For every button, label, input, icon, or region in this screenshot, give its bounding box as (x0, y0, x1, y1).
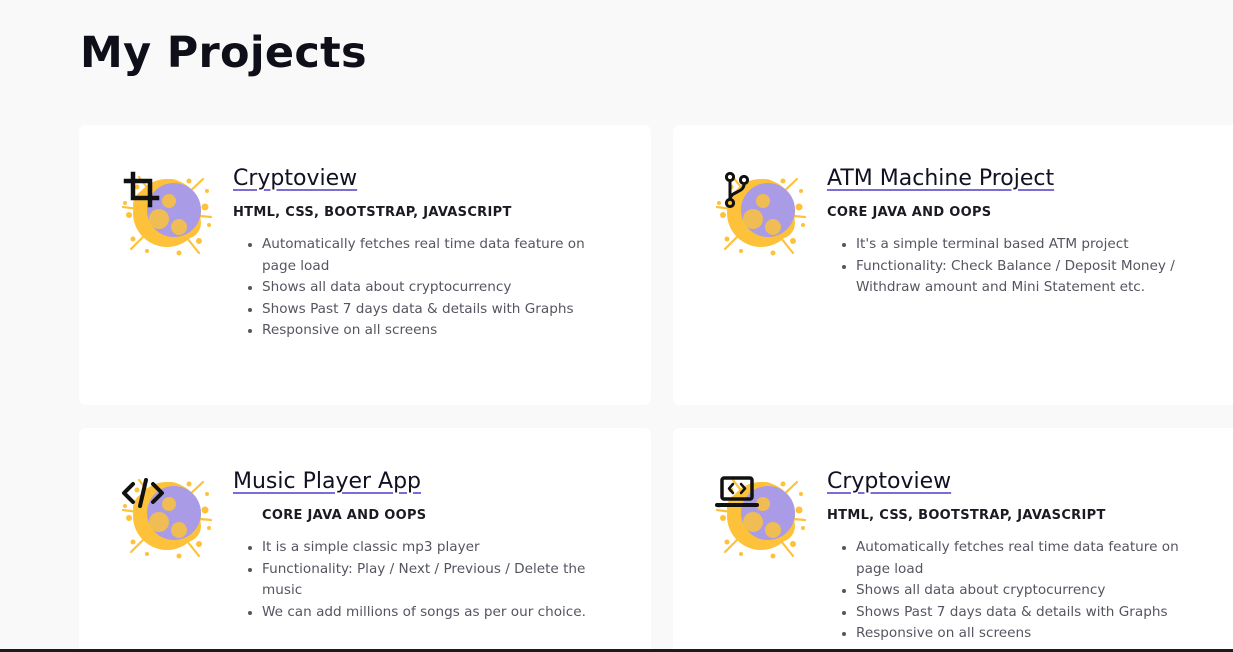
code-icon (122, 478, 164, 508)
feature-item: Shows Past 7 days data & details with Gr… (262, 299, 611, 321)
projects-page: My Projects Cryptoview HTML, CSS, BOOTST… (0, 0, 1233, 652)
feature-item: Responsive on all screens (856, 623, 1213, 645)
feature-item: Functionality: Check Balance / Deposit M… (856, 256, 1213, 299)
project-logo (119, 167, 215, 259)
page-title: My Projects (80, 28, 367, 78)
feature-item: Responsive on all screens (262, 320, 611, 342)
feature-item: Automatically fetches real time data fea… (856, 537, 1213, 580)
project-card: Music Player App CORE JAVA AND OOPS It i… (79, 428, 651, 652)
project-card: ATM Machine Project CORE JAVA AND OOPS I… (673, 125, 1233, 405)
project-tech-stack: CORE JAVA AND OOPS (827, 205, 992, 220)
project-logo (713, 167, 809, 259)
project-content: Cryptoview HTML, CSS, BOOTSTRAP, JAVASCR… (233, 166, 611, 342)
project-title-link[interactable]: Cryptoview (233, 166, 357, 191)
feature-item: We can add millions of songs as per our … (262, 602, 611, 624)
crop-icon (123, 171, 160, 208)
laptop-code-icon (715, 476, 759, 507)
feature-item: Shows Past 7 days data & details with Gr… (856, 602, 1213, 624)
project-content: Cryptoview HTML, CSS, BOOTSTRAP, JAVASCR… (827, 469, 1213, 645)
project-title-link[interactable]: ATM Machine Project (827, 166, 1054, 191)
project-content: Music Player App CORE JAVA AND OOPS It i… (233, 469, 611, 623)
feature-item: Functionality: Play / Next / Previous / … (262, 559, 611, 602)
project-tech-stack: CORE JAVA AND OOPS (262, 508, 427, 523)
project-features-list: It is a simple classic mp3 player Functi… (233, 537, 611, 623)
project-features-list: It's a simple terminal based ATM project… (827, 234, 1213, 299)
feature-item: It is a simple classic mp3 player (262, 537, 611, 559)
feature-item: Automatically fetches real time data fea… (262, 234, 611, 277)
project-title-link[interactable]: Music Player App (233, 469, 421, 494)
feature-item: Shows all data about cryptocurrency (856, 580, 1213, 602)
project-logo (119, 470, 215, 562)
feature-item: It's a simple terminal based ATM project (856, 234, 1213, 256)
project-card: Cryptoview HTML, CSS, BOOTSTRAP, JAVASCR… (79, 125, 651, 405)
project-title-link[interactable]: Cryptoview (827, 469, 951, 494)
project-card: Cryptoview HTML, CSS, BOOTSTRAP, JAVASCR… (673, 428, 1233, 652)
project-features-list: Automatically fetches real time data fea… (233, 234, 611, 342)
project-tech-stack: HTML, CSS, BOOTSTRAP, JAVASCRIPT (827, 508, 1106, 523)
project-content: ATM Machine Project CORE JAVA AND OOPS I… (827, 166, 1213, 299)
project-logo (713, 470, 809, 562)
project-features-list: Automatically fetches real time data fea… (827, 537, 1213, 645)
git-branch-icon (724, 171, 750, 209)
feature-item: Shows all data about cryptocurrency (262, 277, 611, 299)
project-tech-stack: HTML, CSS, BOOTSTRAP, JAVASCRIPT (233, 205, 512, 220)
